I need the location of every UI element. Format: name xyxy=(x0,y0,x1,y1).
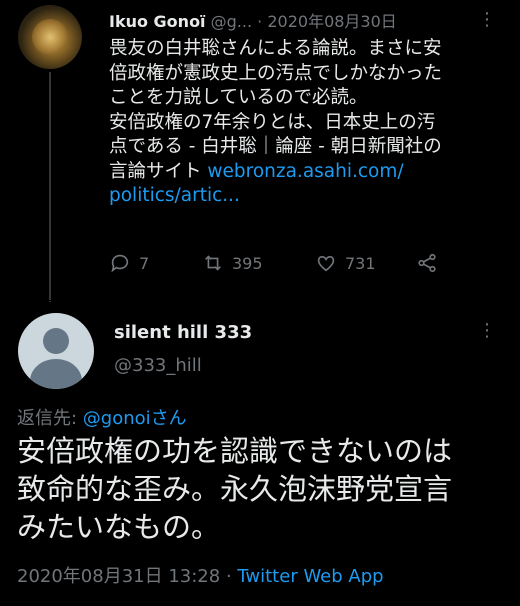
avatar-head-shape xyxy=(43,328,69,354)
tweet-line: politics/artic... xyxy=(109,184,509,209)
retweet-count: 395 xyxy=(232,253,263,273)
retweet-icon xyxy=(205,255,221,271)
source-app[interactable]: Twitter Web App xyxy=(237,566,383,587)
share-icon xyxy=(418,253,436,273)
more-icon[interactable]: ⋮ xyxy=(478,320,496,341)
replying-to: 返信先: @gonoiさん xyxy=(17,404,187,430)
tweet-original[interactable]: Ikuo Gonoï @g... · 2020年08月30日 ⋮ 畏友の白井聡さ… xyxy=(0,0,520,302)
tweet-line: 安倍政権の功を認識できないのは xyxy=(17,434,453,468)
tweet-line: ことを力説しているので必読。 xyxy=(109,87,368,108)
tweet-line: みたいなもの。 xyxy=(17,510,221,544)
meta-separator: · xyxy=(220,566,238,587)
tweet-line-text: 言論サイト xyxy=(109,160,208,182)
like-icon xyxy=(317,255,335,272)
more-icon[interactable]: ⋮ xyxy=(478,9,496,30)
tweet-line: 畏友の白井聡さんによる論説。まさに安 xyxy=(109,38,442,59)
reply-count: 7 xyxy=(139,253,150,273)
reply-button[interactable]: 7 xyxy=(109,252,149,274)
share-button[interactable] xyxy=(416,252,438,274)
reply-icon xyxy=(111,254,129,273)
tweet-line: 致命的な歪み。永久泡沫野党宣言 xyxy=(17,472,453,506)
thread-line xyxy=(49,72,51,302)
tweet-timestamp[interactable]: 2020年08月31日 13:28 xyxy=(17,566,220,587)
reply-mention[interactable]: @gonoiさん xyxy=(83,408,187,429)
author-handle[interactable]: @333_hill xyxy=(114,355,202,376)
tweet-actions: 7 395 731 xyxy=(109,252,489,278)
divider xyxy=(0,300,520,301)
author-handle[interactable]: @g... xyxy=(211,12,252,31)
author-name[interactable]: Ikuo Gonoï xyxy=(109,12,206,31)
avatar-image xyxy=(32,19,68,55)
author-name[interactable]: silent hill 333 xyxy=(114,322,252,343)
avatar-default[interactable] xyxy=(18,313,94,389)
like-count: 731 xyxy=(345,253,376,273)
tweet-line: 言論サイト webronza.asahi.com/ xyxy=(109,160,509,185)
tweet-line: 点である - 白井聡｜論座 - 朝日新聞社の xyxy=(109,136,442,157)
like-button[interactable]: 731 xyxy=(315,252,376,274)
tweet-line: 安倍政権の7年余りとは、日本史上の汚 xyxy=(109,111,436,133)
article-link-continued[interactable]: politics/artic... xyxy=(109,185,240,206)
date-separator: · xyxy=(257,12,263,31)
tweet-text: 安倍政権の功を認識できないのは 致命的な歪み。永久泡沫野党宣言 みたいなもの。 xyxy=(17,432,507,546)
tweet-date[interactable]: 2020年08月30日 xyxy=(267,12,396,31)
tweet-header: Ikuo Gonoï @g... · 2020年08月30日 xyxy=(109,8,397,32)
article-link[interactable]: webronza.asahi.com/ xyxy=(207,161,403,182)
avatar-ikuo[interactable] xyxy=(18,5,82,69)
avatar-body-shape xyxy=(30,359,82,389)
reply-prefix: 返信先: xyxy=(17,408,83,429)
tweet-meta: 2020年08月31日 13:28 · Twitter Web App xyxy=(17,562,384,588)
tweet-line: 倍政権が憲政史上の汚点でしかなかった xyxy=(109,62,443,84)
tweet-text: 畏友の白井聡さんによる論説。まさに安 倍政権が憲政史上の汚点でしかなかった こと… xyxy=(109,37,509,209)
retweet-button[interactable]: 395 xyxy=(202,252,263,274)
